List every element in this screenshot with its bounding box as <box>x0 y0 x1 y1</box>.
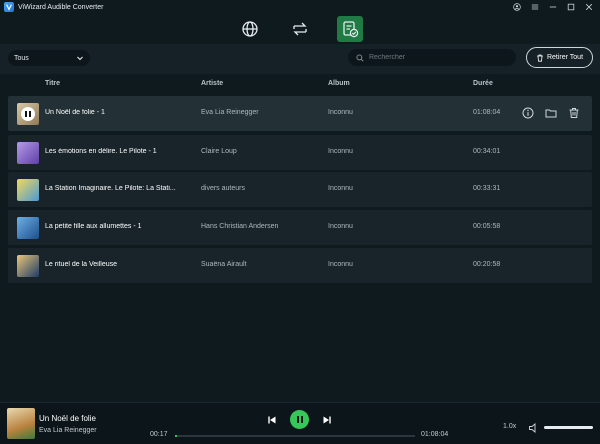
elapsed-time: 00:17 <box>150 431 168 438</box>
now-playing-cover <box>7 408 35 439</box>
play-pause-button[interactable] <box>290 410 309 429</box>
minimize-icon[interactable] <box>548 1 558 13</box>
row-title: Le rituel de la Veilleuse <box>45 261 117 268</box>
row-duration: 01:08:04 <box>473 109 501 116</box>
row-artist: Suaëna Airault <box>201 261 247 268</box>
tab-converted[interactable] <box>337 16 363 42</box>
category-dropdown-value: Tous <box>14 54 29 62</box>
speed-control[interactable]: 1.0x <box>503 423 516 430</box>
row-title: Les émotions en délire. Le Pilote - 1 <box>45 148 157 155</box>
converted-list-icon <box>343 21 359 38</box>
table-row[interactable]: Les émotions en délire. Le Pilote - 1 Cl… <box>8 135 592 170</box>
volume-slider[interactable] <box>544 426 593 429</box>
row-artist: divers auteurs <box>201 185 245 192</box>
table-row[interactable]: La petite fille aux allumettes - 1 Hans … <box>8 210 592 245</box>
chevron-down-icon <box>77 56 83 61</box>
folder-icon[interactable] <box>544 106 557 119</box>
globe-icon <box>242 21 258 37</box>
row-artist: Hans Christian Andersen <box>201 223 279 230</box>
app-title: ViWizard Audible Converter <box>18 3 104 11</box>
remove-all-label: Retirer Tout <box>546 54 584 61</box>
filter-bar: Tous Retirer Tout <box>0 44 600 74</box>
row-duration: 00:34:01 <box>473 148 501 155</box>
cover-art <box>17 179 39 201</box>
progress-bar[interactable] <box>175 435 415 437</box>
row-title: La petite fille aux allumettes - 1 <box>45 223 142 230</box>
row-album: Inconnu <box>328 223 353 230</box>
row-title: Un Noël de folie - 1 <box>45 109 105 116</box>
tab-convert[interactable] <box>287 16 313 42</box>
search-input[interactable] <box>368 54 508 61</box>
column-header-album[interactable]: Album <box>328 80 350 87</box>
column-header-artist[interactable]: Artiste <box>201 80 223 87</box>
cover-art <box>17 217 39 239</box>
maximize-icon[interactable] <box>566 1 576 13</box>
progress-fill <box>175 435 177 437</box>
now-playing-artist: Eva Lia Reinegger <box>39 427 97 434</box>
delete-icon[interactable] <box>567 106 580 119</box>
next-icon[interactable] <box>322 415 332 425</box>
main-tabs <box>0 14 600 44</box>
row-album: Inconnu <box>328 261 353 268</box>
player-bar: Un Noël de folie Eva Lia Reinegger 00:17… <box>0 402 600 444</box>
row-duration: 00:33:31 <box>473 185 501 192</box>
table-row[interactable]: La Station Imaginaire. Le Pilote: La Sta… <box>8 172 592 207</box>
table-row[interactable]: Le rituel de la Veilleuse Suaëna Airault… <box>8 248 592 283</box>
close-icon[interactable] <box>584 1 594 13</box>
row-album: Inconnu <box>328 148 353 155</box>
column-header-title[interactable]: Titre <box>45 80 60 87</box>
convert-icon <box>293 22 307 36</box>
tab-web[interactable] <box>237 16 263 42</box>
account-icon[interactable] <box>512 1 522 13</box>
row-album: Inconnu <box>328 109 353 116</box>
title-bar: ViWizard Audible Converter <box>0 0 600 14</box>
search-icon <box>356 53 364 62</box>
volume-fill <box>544 426 593 429</box>
column-header-duration[interactable]: Durée <box>473 80 493 87</box>
category-dropdown[interactable]: Tous <box>8 50 90 66</box>
cover-art <box>17 103 39 125</box>
info-icon[interactable] <box>521 106 534 119</box>
remove-all-button[interactable]: Retirer Tout <box>526 47 593 68</box>
cover-art <box>17 255 39 277</box>
row-artist: Claire Loup <box>201 148 237 155</box>
table-row[interactable]: Un Noël de folie - 1 Eva Lia Reinegger I… <box>8 96 592 131</box>
row-artist: Eva Lia Reinegger <box>201 109 259 116</box>
previous-icon[interactable] <box>267 415 277 425</box>
pause-icon[interactable] <box>21 107 35 121</box>
app-logo-icon <box>4 2 14 12</box>
row-duration: 00:05:58 <box>473 223 501 230</box>
volume-icon[interactable] <box>528 421 540 433</box>
cover-art <box>17 142 39 164</box>
trash-icon <box>536 54 543 62</box>
total-time: 01:08:04 <box>421 431 449 438</box>
search-box <box>348 49 516 66</box>
row-duration: 00:20:58 <box>473 261 501 268</box>
menu-icon[interactable] <box>530 1 540 13</box>
row-title: La Station Imaginaire. Le Pilote: La Sta… <box>45 185 176 192</box>
row-album: Inconnu <box>328 185 353 192</box>
now-playing-title: Un Noël de folie <box>39 414 96 423</box>
